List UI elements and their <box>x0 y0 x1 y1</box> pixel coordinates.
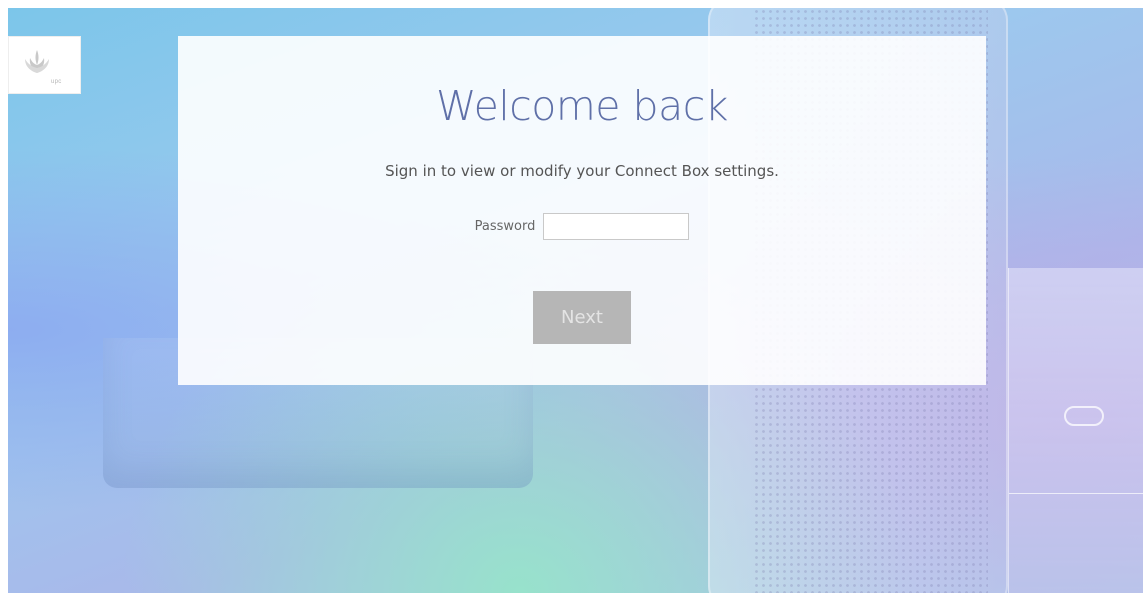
background: upc Welcome back Sign in to view or modi… <box>8 8 1143 593</box>
router-seam <box>1009 493 1143 494</box>
router-button <box>1064 406 1104 426</box>
password-input[interactable] <box>543 213 690 240</box>
password-row: Password <box>178 213 986 240</box>
login-panel: Welcome back Sign in to view or modify y… <box>178 36 986 385</box>
password-label: Password <box>474 219 536 234</box>
upc-flame-icon <box>25 50 49 73</box>
next-button[interactable]: Next <box>533 291 631 344</box>
router-side-panel <box>1008 268 1143 593</box>
login-subtitle: Sign in to view or modify your Connect B… <box>385 162 779 180</box>
brand-logo: upc <box>8 36 81 94</box>
logo-text: upc <box>51 79 62 85</box>
page-title: Welcome back <box>435 82 729 130</box>
